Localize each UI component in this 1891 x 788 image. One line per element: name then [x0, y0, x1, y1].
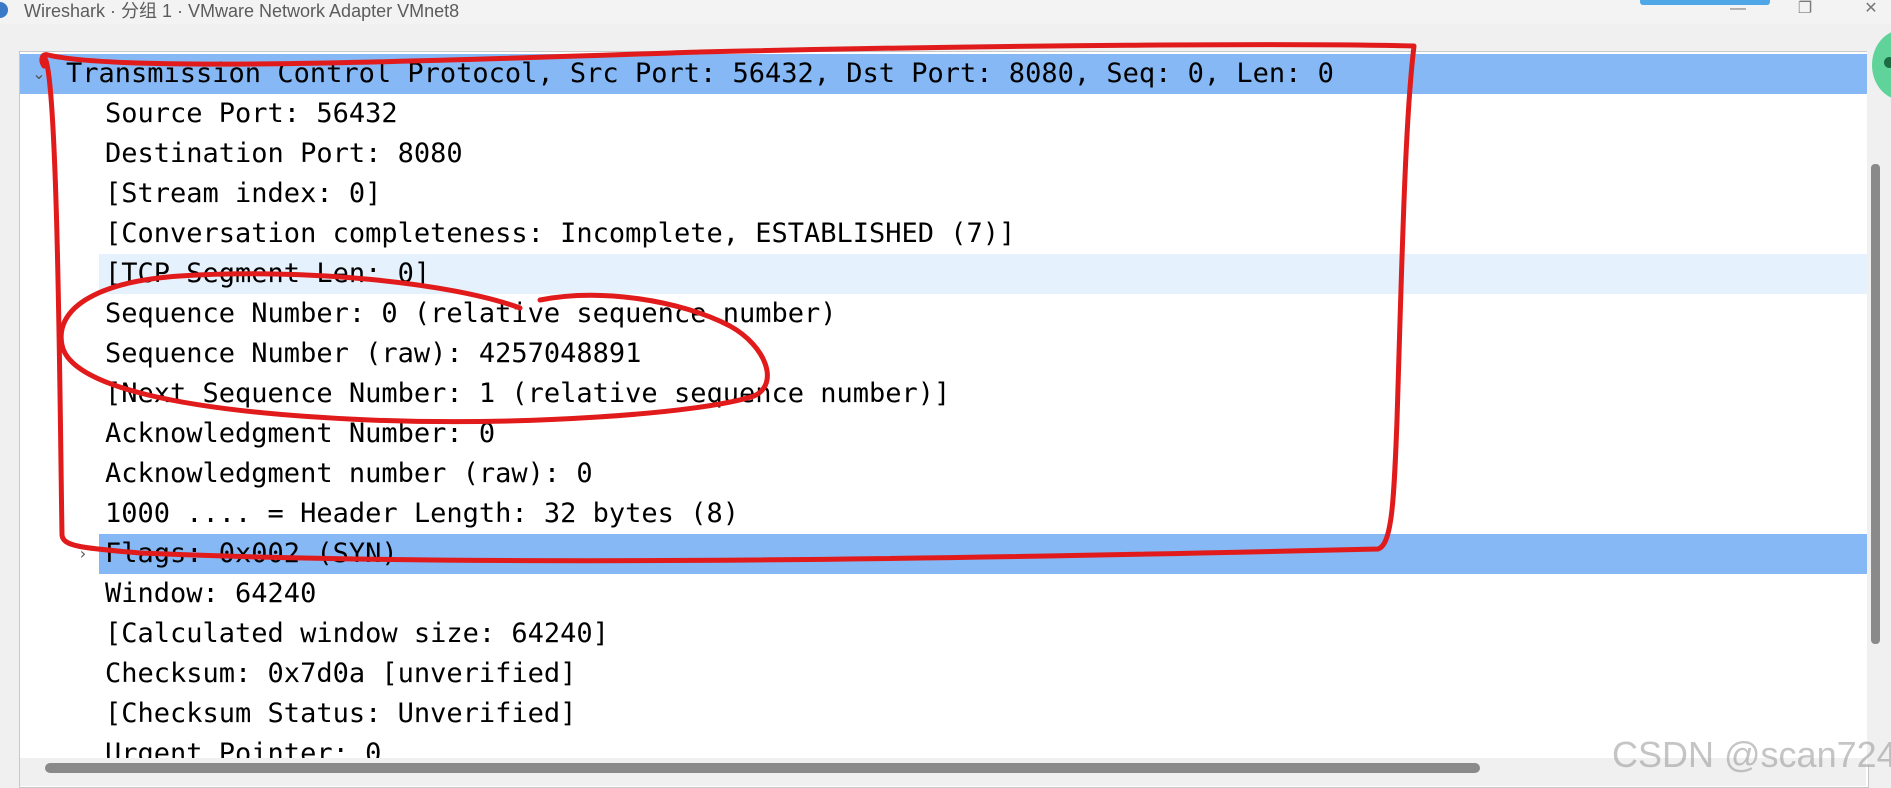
vertical-scrollbar[interactable] [1867, 51, 1891, 766]
tree-item-label: Source Port: 56432 [105, 98, 398, 129]
tree-item-window[interactable]: Window: 64240 [20, 574, 1868, 614]
minimize-button[interactable]: — [1718, 0, 1758, 22]
tree-item-next-sequence-number[interactable]: [Next Sequence Number: 1 (relative seque… [20, 374, 1868, 414]
tree-item-destination-port[interactable]: Destination Port: 8080 [20, 134, 1868, 174]
tree-item-segment-len[interactable]: [TCP Segment Len: 0] [20, 254, 1868, 294]
tree-item-checksum-status[interactable]: [Checksum Status: Unverified] [20, 694, 1868, 734]
restore-button[interactable]: ❐ [1785, 0, 1825, 22]
tree-item-label: [Calculated window size: 64240] [105, 618, 609, 649]
tree-item-label: [TCP Segment Len: 0] [105, 258, 431, 289]
tree-item-label: Flags: 0x002 (SYN) [105, 538, 398, 569]
packet-details-tree[interactable]: ⌄ Transmission Control Protocol, Src Por… [19, 51, 1869, 788]
tree-item-label: [Stream index: 0] [105, 178, 382, 209]
tree-rows: ⌄ Transmission Control Protocol, Src Por… [20, 54, 1868, 774]
vertical-scroll-thumb[interactable] [1871, 164, 1880, 644]
tree-item-label: Destination Port: 8080 [105, 138, 463, 169]
window-title: Wireshark · 分组 1 · VMware Network Adapte… [24, 1, 460, 21]
horizontal-scrollbar[interactable] [20, 758, 1866, 786]
tree-item-flags[interactable]: › Flags: 0x002 (SYN) [20, 534, 1868, 574]
tree-item-label: Window: 64240 [105, 578, 317, 609]
title-bar: Wireshark · 分组 1 · VMware Network Adapte… [0, 0, 1891, 24]
tree-item-label: [Checksum Status: Unverified] [105, 698, 577, 729]
csdn-watermark: CSDN @scan724 [1612, 734, 1891, 775]
horizontal-scroll-thumb[interactable] [45, 763, 1480, 773]
tree-item-stream-index[interactable]: [Stream index: 0] [20, 174, 1868, 214]
tree-item-label: Sequence Number (raw): 4257048891 [105, 338, 642, 369]
tree-item-label: Sequence Number: 0 (relative sequence nu… [105, 298, 837, 329]
floating-assistant-dot [1884, 57, 1891, 68]
tree-item-label: 1000 .... = Header Length: 32 bytes (8) [105, 498, 739, 529]
chevron-down-icon[interactable]: ⌄ [27, 54, 51, 94]
tree-item-tcp[interactable]: ⌄ Transmission Control Protocol, Src Por… [20, 54, 1868, 94]
tree-item-conversation-completeness[interactable]: [Conversation completeness: Incomplete, … [20, 214, 1868, 254]
tree-item-label: [Next Sequence Number: 1 (relative seque… [105, 378, 951, 409]
tree-item-source-port[interactable]: Source Port: 56432 [20, 94, 1868, 134]
tree-item-ack-number-raw[interactable]: Acknowledgment number (raw): 0 [20, 454, 1868, 494]
tree-item-calculated-window-size[interactable]: [Calculated window size: 64240] [20, 614, 1868, 654]
tree-item-header-length[interactable]: 1000 .... = Header Length: 32 bytes (8) [20, 494, 1868, 534]
close-button[interactable]: ✕ [1851, 0, 1891, 22]
tree-item-label: Transmission Control Protocol, Src Port:… [66, 58, 1334, 89]
tree-item-sequence-number-raw[interactable]: Sequence Number (raw): 4257048891 [20, 334, 1868, 374]
chevron-right-icon[interactable]: › [71, 534, 95, 574]
tree-item-sequence-number[interactable]: Sequence Number: 0 (relative sequence nu… [20, 294, 1868, 334]
tree-item-label: Acknowledgment Number: 0 [105, 418, 496, 449]
tree-item-label: Acknowledgment number (raw): 0 [105, 458, 593, 489]
tree-item-ack-number[interactable]: Acknowledgment Number: 0 [20, 414, 1868, 454]
wireshark-fin-icon [0, 2, 8, 18]
tree-item-label: Checksum: 0x7d0a [unverified] [105, 658, 577, 689]
tree-item-checksum[interactable]: Checksum: 0x7d0a [unverified] [20, 654, 1868, 694]
tree-item-label: [Conversation completeness: Incomplete, … [105, 218, 1016, 249]
